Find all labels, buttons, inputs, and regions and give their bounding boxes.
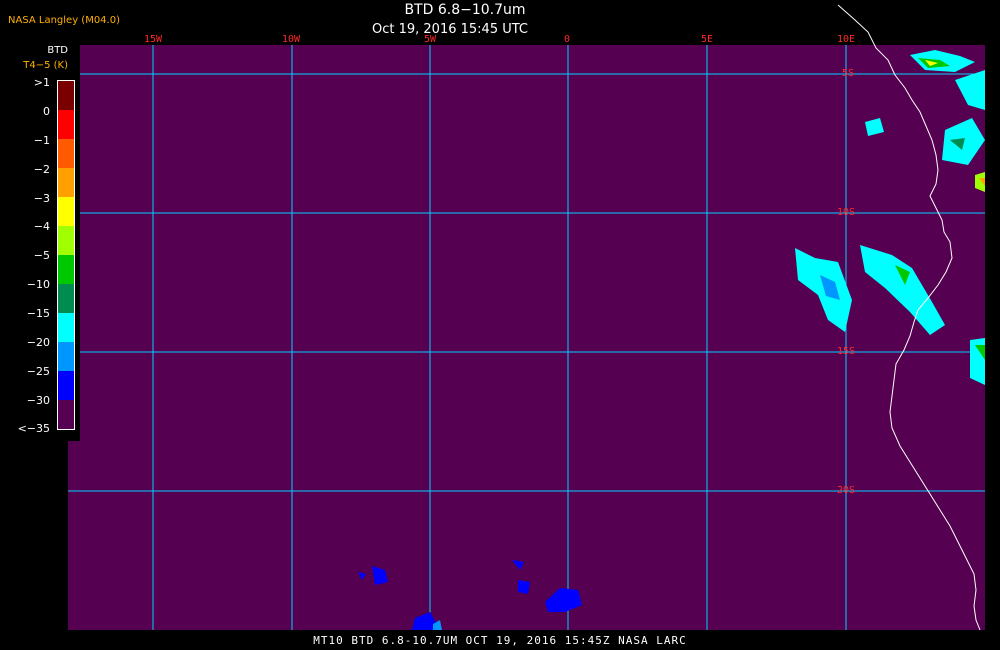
- legend-label: −5: [33, 249, 50, 262]
- legend-swatch: [58, 168, 74, 197]
- lat-label-15s: 15S: [837, 346, 856, 357]
- lon-label-10w: 10W: [282, 34, 301, 45]
- legend-swatch: [58, 400, 74, 429]
- lon-label-5w: 5W: [424, 34, 437, 45]
- lat-label-5s: 5S: [842, 68, 855, 79]
- graticule: [68, 45, 985, 630]
- legend-label: −1: [33, 134, 50, 147]
- legend-swatch: [58, 110, 74, 139]
- legend-label: −30: [26, 394, 50, 407]
- cloud-features: [358, 50, 985, 630]
- coastline: [837, 4, 981, 631]
- legend-swatch: [58, 226, 74, 255]
- legend-label: −2: [33, 163, 50, 176]
- lat-label-20s: 20S: [837, 485, 856, 496]
- legend-label: −15: [26, 307, 50, 320]
- legend-swatch: [58, 313, 74, 342]
- legend-label: 0: [43, 105, 50, 118]
- legend-swatch: [58, 255, 74, 284]
- legend-swatch: [58, 342, 74, 371]
- legend-label: −10: [26, 278, 50, 291]
- legend-label: −4: [33, 220, 50, 233]
- footer-caption: MT10 BTD 6.8-10.7UM OCT 19, 2016 15:45Z …: [313, 634, 687, 647]
- legend-label: −3: [33, 192, 50, 205]
- product-title: BTD 6.8−10.7um: [404, 2, 526, 18]
- legend-label: −20: [26, 336, 50, 349]
- legend-label: −25: [26, 365, 50, 378]
- legend-swatch: [58, 197, 74, 226]
- map-overlay: [68, 4, 985, 631]
- legend-swatch: [58, 81, 74, 110]
- legend-units: T4−5 (K): [23, 60, 68, 71]
- lon-label-5e: 5E: [701, 34, 714, 45]
- lon-label-10e: 10E: [837, 34, 856, 45]
- legend-color-bar: [57, 80, 75, 430]
- lon-label-15w: 15W: [144, 34, 163, 45]
- lat-label-10s: 10S: [837, 207, 856, 218]
- legend-title: BTD: [47, 45, 68, 56]
- legend-swatch: [58, 371, 74, 400]
- legend-label: <−35: [17, 422, 50, 435]
- legend-swatch: [58, 139, 74, 168]
- legend-label: >1: [33, 76, 50, 89]
- datetime-label: Oct 19, 2016 15:45 UTC: [372, 22, 528, 37]
- legend-swatch: [58, 284, 74, 313]
- lon-label-0: 0: [564, 34, 571, 45]
